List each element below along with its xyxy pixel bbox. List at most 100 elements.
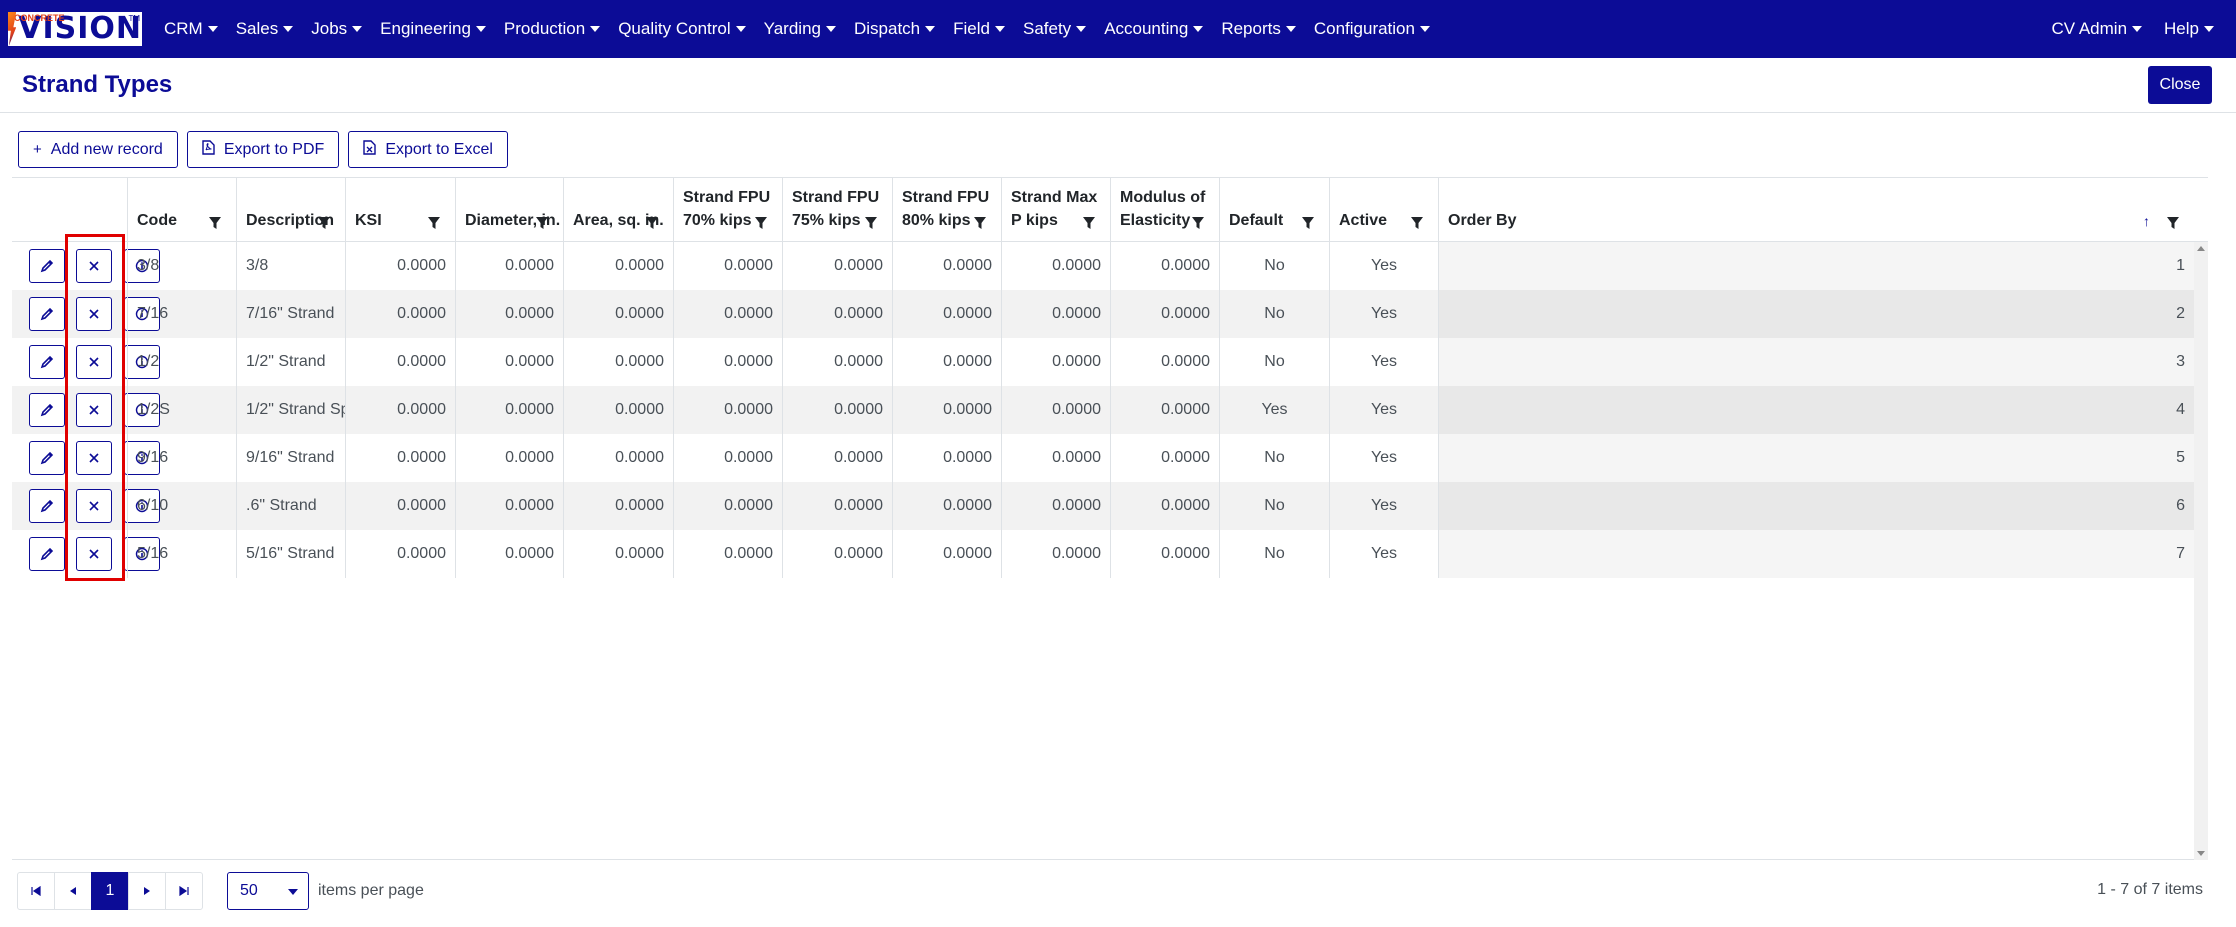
cell-default: No <box>1219 434 1329 482</box>
add-record-button[interactable]: + Add new record <box>18 131 178 168</box>
last-page-button[interactable] <box>165 872 203 910</box>
column-header-description[interactable]: Description <box>236 178 345 242</box>
excel-file-icon <box>363 140 377 159</box>
user-menu[interactable]: CV Admin <box>2051 19 2143 39</box>
cell-order: 5 <box>1438 434 2194 482</box>
column-header-fpu70[interactable]: Strand FPU 70% kips <box>673 178 782 242</box>
nav-item-sales[interactable]: Sales <box>236 19 294 39</box>
cell-modulus: 0.0000 <box>1110 242 1219 290</box>
table-row[interactable]: 5/16 5/16" Strand 0.0000 0.0000 0.0000 0.0000… <box>12 530 2208 578</box>
nav-item-accounting[interactable]: Accounting <box>1104 19 1204 39</box>
nav-item-field[interactable]: Field <box>953 19 1005 39</box>
filter-icon[interactable] <box>1082 216 1096 230</box>
last-page-icon <box>179 886 189 896</box>
filter-icon[interactable] <box>427 216 441 230</box>
scroll-up-icon[interactable] <box>2197 246 2205 251</box>
cell-fpu70: 0.0000 <box>673 338 782 386</box>
main-menu: CRM Sales Jobs Engineering Production Quality… <box>164 0 1448 58</box>
nav-item-configuration[interactable]: Configuration <box>1314 19 1430 39</box>
nav-item-reports[interactable]: Reports <box>1221 19 1296 39</box>
cell-default: No <box>1219 482 1329 530</box>
column-header-diameter[interactable]: Diameter, in. <box>455 178 563 242</box>
column-header-maxp[interactable]: Strand Max P kips <box>1001 178 1110 242</box>
page-size-select[interactable]: 50 <box>227 872 309 910</box>
concrete-vision-logo[interactable]: CONCRETE VISION TM <box>8 12 142 46</box>
grid-toolbar: + Add new record Export to PDF Export to… <box>18 131 517 168</box>
nav-item-dispatch[interactable]: Dispatch <box>854 19 936 39</box>
column-header-default[interactable]: Default <box>1219 178 1329 242</box>
filter-icon[interactable] <box>535 216 549 230</box>
column-header-ksi[interactable]: KSI <box>345 178 455 242</box>
edit-button[interactable] <box>29 489 65 523</box>
pencil-icon <box>40 355 54 369</box>
nav-item-yarding[interactable]: Yarding <box>764 19 836 39</box>
filter-icon[interactable] <box>645 216 659 230</box>
cell-fpu80: 0.0000 <box>892 482 1001 530</box>
edit-button[interactable] <box>29 393 65 427</box>
prev-page-button[interactable] <box>54 872 92 910</box>
cell-code: 6/10 <box>127 482 236 530</box>
nav-item-jobs[interactable]: Jobs <box>311 19 363 39</box>
filter-icon[interactable] <box>1191 216 1205 230</box>
filter-icon[interactable] <box>208 216 222 230</box>
column-header-line2: Order By <box>1448 212 1517 229</box>
cell-area: 0.0000 <box>563 386 673 434</box>
table-row[interactable]: 3/8 3/8 0.0000 0.0000 0.0000 0.0000 0.0000 0.00… <box>12 242 2208 290</box>
nav-item-safety[interactable]: Safety <box>1023 19 1087 39</box>
sort-ascending-icon[interactable]: ↑ <box>2143 213 2150 229</box>
nav-item-crm[interactable]: CRM <box>164 19 218 39</box>
logo-small-text: CONCRETE <box>14 13 65 23</box>
edit-button[interactable] <box>29 441 65 475</box>
page-number-button[interactable]: 1 <box>91 872 129 910</box>
filter-icon[interactable] <box>1410 216 1424 230</box>
filter-icon[interactable] <box>754 216 768 230</box>
export-excel-button[interactable]: Export to Excel <box>348 131 508 168</box>
nav-item-engineering[interactable]: Engineering <box>380 19 486 39</box>
cell-diameter: 0.0000 <box>455 530 563 578</box>
chevron-down-icon <box>1285 26 1296 32</box>
cell-fpu70: 0.0000 <box>673 530 782 578</box>
column-header-area[interactable]: Area, sq. in. <box>563 178 673 242</box>
table-row[interactable]: 7/16 7/16" Strand 0.0000 0.0000 0.0000 0.0000… <box>12 290 2208 338</box>
edit-button[interactable] <box>29 249 65 283</box>
column-header-active[interactable]: Active <box>1329 178 1438 242</box>
chevron-down-icon <box>2204 26 2214 32</box>
pdf-file-icon <box>202 140 215 159</box>
next-page-button[interactable] <box>128 872 166 910</box>
filter-icon[interactable] <box>864 216 878 230</box>
filter-icon[interactable] <box>973 216 987 230</box>
scroll-down-icon[interactable] <box>2197 851 2205 856</box>
cell-fpu80: 0.0000 <box>892 530 1001 578</box>
vertical-scrollbar[interactable] <box>2194 242 2208 860</box>
cell-fpu80: 0.0000 <box>892 290 1001 338</box>
cell-area: 0.0000 <box>563 530 673 578</box>
close-button[interactable]: Close <box>2148 66 2212 104</box>
column-header-fpu75[interactable]: Strand FPU 75% kips <box>782 178 892 242</box>
table-row[interactable]: 1/2S1/2" Strand Special0.00000.00000.000… <box>12 386 2208 434</box>
filter-icon[interactable] <box>317 216 331 230</box>
nav-item-production[interactable]: Production <box>504 19 601 39</box>
edit-button[interactable] <box>29 297 65 331</box>
first-page-button[interactable] <box>17 872 55 910</box>
chevron-down-icon <box>825 26 836 32</box>
filter-icon[interactable] <box>2166 216 2180 230</box>
filter-icon[interactable] <box>1301 216 1315 230</box>
table-row[interactable]: 9/16 9/16" Strand 0.0000 0.0000 0.0000 0.0000… <box>12 434 2208 482</box>
column-header-order[interactable]: Order By ↑ <box>1438 178 2194 242</box>
help-menu[interactable]: Help <box>2164 19 2214 39</box>
pager-info: 1 - 7 of 7 items <box>2097 881 2203 898</box>
nav-item-quality-control[interactable]: Quality Control <box>618 19 746 39</box>
edit-button[interactable] <box>29 345 65 379</box>
table-row[interactable]: 1/2 1/2" Strand 0.0000 0.0000 0.0000 0.0000 0.… <box>12 338 2208 386</box>
column-header-line2: KSI <box>355 212 382 229</box>
column-header-fpu80[interactable]: Strand FPU 80% kips <box>892 178 1001 242</box>
cell-maxp: 0.0000 <box>1001 482 1110 530</box>
edit-button[interactable] <box>29 537 65 571</box>
column-header-code[interactable]: Code <box>127 178 236 242</box>
export-pdf-button[interactable]: Export to PDF <box>186 131 340 168</box>
first-page-icon <box>31 886 41 896</box>
pencil-icon <box>40 547 54 561</box>
column-header-modulus[interactable]: Modulus of Elasticity <box>1110 178 1219 242</box>
help-menu-label: Help <box>2164 19 2199 38</box>
table-row[interactable]: 6/10.6" Strand 0.0000 0.0000 0.0000 0.0000 0.… <box>12 482 2208 530</box>
